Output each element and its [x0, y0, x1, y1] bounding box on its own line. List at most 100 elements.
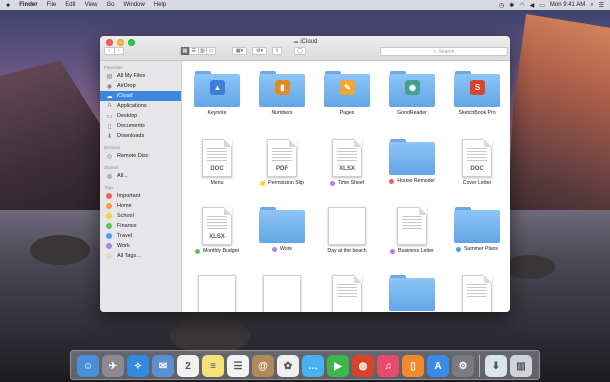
sidebar-item[interactable]: School — [100, 211, 181, 221]
icon-view-button[interactable]: ▦ — [181, 47, 190, 55]
notes-icon[interactable]: ≡ — [202, 355, 224, 377]
time-machine-icon[interactable]: ◷ — [499, 2, 504, 9]
photo-booth-icon[interactable]: ◍ — [352, 355, 374, 377]
file-type-badge: XLSX — [339, 166, 355, 172]
menu-edit[interactable]: Edit — [65, 2, 75, 8]
file-item[interactable]: Summer Plans — [446, 207, 508, 252]
file-item[interactable] — [251, 275, 313, 312]
finder-icon[interactable]: ☺ — [77, 355, 99, 377]
safari-icon[interactable]: ✧ — [127, 355, 149, 377]
search-field[interactable]: ⌕ Search — [380, 47, 508, 56]
app-store-icon[interactable]: A — [427, 355, 449, 377]
file-item[interactable]: XLSX Monthly Budget — [186, 207, 248, 254]
sidebar-item[interactable]: ▯ Documents — [100, 121, 181, 131]
calendar-icon[interactable]: 2 — [177, 355, 199, 377]
battery-icon[interactable]: ▭ — [539, 2, 545, 9]
bluetooth-icon[interactable]: ✱ — [509, 2, 514, 9]
nav-buttons: ‹ › — [104, 47, 124, 55]
share-icon[interactable]: ⇧ — [272, 47, 282, 55]
file-item[interactable] — [316, 275, 378, 312]
sidebar-item[interactable]: All Tags... — [100, 251, 181, 261]
file-item[interactable]: XLSX Time Sheet — [316, 139, 378, 186]
volume-icon[interactable]: ◀ — [530, 2, 535, 9]
file-item[interactable]: DOC Cover Letter — [446, 139, 508, 186]
notification-center-icon[interactable]: ☰ — [599, 2, 604, 9]
file-item[interactable]: Work — [251, 207, 313, 252]
file-item[interactable]: S SketchBook Pro — [446, 71, 508, 116]
action-gear-icon[interactable]: ⚙▾ — [252, 47, 267, 55]
sidebar-item[interactable]: ▭ Desktop — [100, 111, 181, 121]
back-button[interactable]: ‹ — [105, 47, 115, 55]
trash-icon[interactable]: ▥ — [510, 355, 532, 377]
sidebar-item[interactable]: Home — [100, 201, 181, 211]
messages-icon[interactable]: … — [302, 355, 324, 377]
downloads-stack-icon[interactable]: ⬇ — [485, 355, 507, 377]
file-item[interactable]: Business Letter — [381, 207, 443, 254]
sidebar-item[interactable]: ⬇ Downloads — [100, 131, 181, 141]
file-name: Permission Slip — [268, 180, 304, 186]
sidebar-item[interactable]: Travel — [100, 231, 181, 241]
file-item[interactable] — [446, 275, 508, 312]
file-name: Menu — [210, 180, 224, 186]
menu-window[interactable]: Window — [124, 2, 145, 8]
itunes-icon[interactable]: ♫ — [377, 355, 399, 377]
file-label: SketchBook Pro — [446, 110, 508, 116]
mail-icon[interactable]: ✉ — [152, 355, 174, 377]
launchpad-icon[interactable]: ✈ — [102, 355, 124, 377]
file-item[interactable]: ◉ GoodReader — [381, 71, 443, 116]
sidebar-item[interactable]: Finance — [100, 221, 181, 231]
menu-go[interactable]: Go — [107, 2, 115, 8]
tag-color-dot — [390, 248, 396, 254]
file-item[interactable]: ▲ Keynote — [186, 71, 248, 116]
sidebar-item[interactable]: ◎ Remote Disc — [100, 151, 181, 161]
apple-menu-icon[interactable]: ● — [6, 2, 10, 9]
file-label: Monthly Budget — [186, 248, 248, 254]
photos-icon[interactable]: ✿ — [277, 355, 299, 377]
sidebar-item-label: Documents — [117, 123, 145, 129]
sidebar-item-label: All... — [117, 173, 128, 179]
file-item[interactable]: DOC Menu — [186, 139, 248, 186]
menu-view[interactable]: View — [85, 2, 98, 8]
list-view-button[interactable]: ☰ — [190, 47, 199, 55]
reminders-icon[interactable]: ☰ — [227, 355, 249, 377]
search-icon[interactable]: ⌕ — [590, 2, 593, 9]
column-view-button[interactable]: ▥ — [199, 47, 208, 55]
window-title: ☁ iCloud — [100, 38, 510, 45]
sidebar: Favorites ▤ All My Files ◉ AirDrop ☁ iCloud A Ap… — [100, 61, 182, 312]
menu-help[interactable]: Help — [154, 2, 166, 8]
file-label: Cover Letter — [446, 180, 508, 186]
menu-app-finder[interactable]: Finder — [19, 2, 37, 8]
sidebar-item[interactable]: ☁ iCloud — [100, 91, 181, 101]
file-item[interactable]: ▮ Numbers — [251, 71, 313, 116]
file-item[interactable]: Day at the beach — [316, 207, 378, 254]
ibooks-icon[interactable]: ▯ — [402, 355, 424, 377]
facetime-icon[interactable]: ▶ — [327, 355, 349, 377]
tag-color-dot — [106, 243, 112, 249]
cover-flow-button[interactable]: ▭ — [207, 47, 215, 55]
sidebar-item[interactable]: Important — [100, 191, 181, 201]
sidebar-item[interactable]: Work — [100, 241, 181, 251]
sidebar-item[interactable]: A Applications — [100, 101, 181, 111]
tag-color-dot — [106, 223, 112, 229]
tag-color-dot — [106, 253, 112, 259]
clock[interactable]: Mon 9:41 AM — [550, 2, 585, 8]
disc-icon: ◎ — [106, 153, 113, 160]
file-item[interactable]: House Remodel — [381, 139, 443, 184]
sidebar-item[interactable]: ◉ AirDrop — [100, 81, 181, 91]
contacts-icon[interactable]: @ — [252, 355, 274, 377]
sidebar-item[interactable]: ▤ All My Files — [100, 71, 181, 81]
wifi-icon[interactable]: ◠ — [519, 2, 524, 9]
system-preferences-icon[interactable]: ⚙ — [452, 355, 474, 377]
status-area: ◷ ✱ ◠ ◀ ▭ Mon 9:41 AM ⌕ ☰ — [499, 0, 604, 10]
menu-file[interactable]: File — [47, 2, 57, 8]
file-item[interactable] — [186, 275, 248, 312]
file-item[interactable] — [381, 275, 443, 311]
sidebar-item-label: Remote Disc — [117, 153, 149, 159]
sidebar-item[interactable]: ◍ All... — [100, 171, 181, 181]
forward-button[interactable]: › — [115, 47, 124, 55]
file-item[interactable]: PDF Permission Slip — [251, 139, 313, 186]
arrange-button[interactable]: ▦▾ — [232, 47, 247, 55]
file-item[interactable]: ✎ Pages — [316, 71, 378, 116]
sidebar-item-label: Important — [117, 193, 141, 199]
tags-button[interactable]: ◯ — [294, 47, 306, 55]
